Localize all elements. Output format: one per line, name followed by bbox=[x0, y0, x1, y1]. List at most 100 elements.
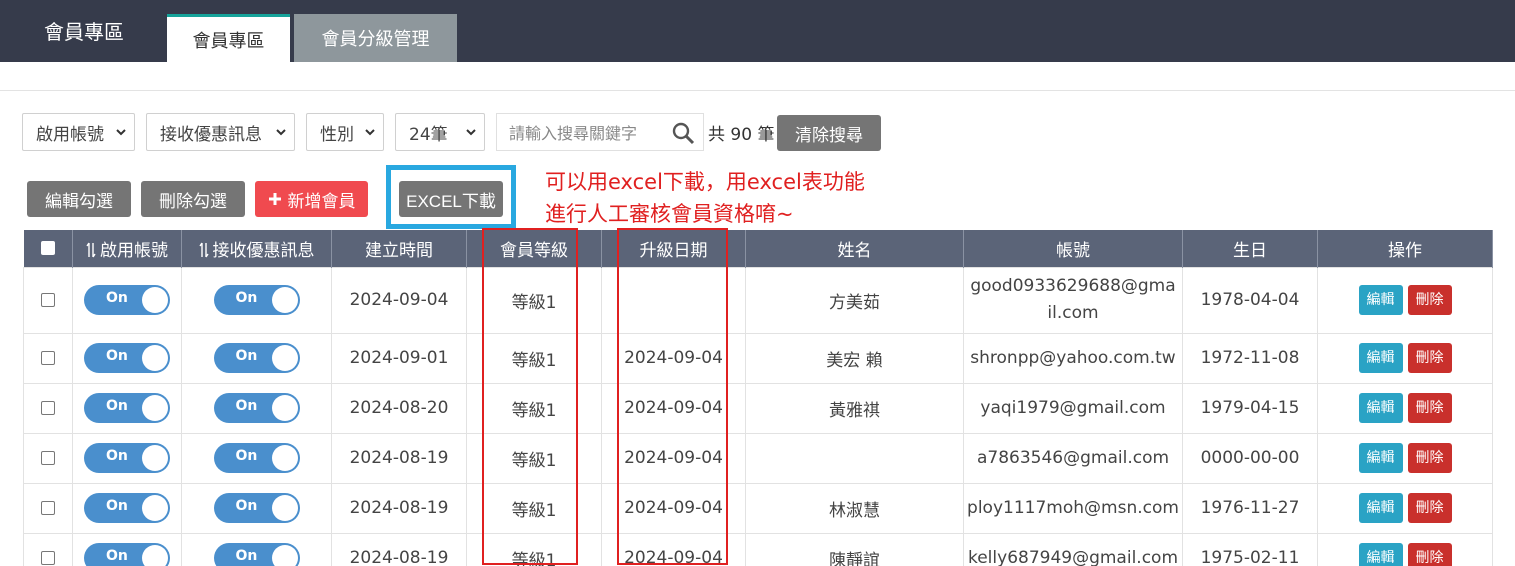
tab-member-levels[interactable]: 會員分級管理 bbox=[294, 14, 457, 62]
row-checkbox[interactable] bbox=[41, 293, 55, 307]
account-cell: good0933629688@gmail.com bbox=[963, 266, 1183, 334]
gender-select[interactable]: 性別 bbox=[306, 113, 384, 151]
toggle-label: On bbox=[235, 348, 258, 364]
edit-button[interactable]: 編輯 bbox=[1358, 543, 1403, 566]
birthday-cell: 1979-04-15 bbox=[1182, 382, 1318, 434]
edit-button[interactable]: 編輯 bbox=[1358, 393, 1403, 423]
sort-icon[interactable] bbox=[86, 242, 96, 258]
toggle-knob bbox=[271, 345, 298, 371]
birthday-cell: 0000-00-00 bbox=[1182, 432, 1318, 484]
add-member-button[interactable]: 新增會員 bbox=[255, 181, 368, 217]
name-cell bbox=[745, 432, 964, 484]
row-checkbox[interactable] bbox=[41, 351, 55, 365]
toggle-label: On bbox=[106, 448, 128, 464]
toggle-label: On bbox=[235, 448, 258, 464]
brand-title: 會員專區 bbox=[44, 20, 124, 44]
created-cell: 2024-08-20 bbox=[331, 382, 467, 434]
delete-button[interactable]: 刪除 bbox=[1407, 285, 1452, 315]
toggle-label: On bbox=[235, 290, 258, 306]
account-cell: ploy1117moh@msn.com bbox=[963, 482, 1183, 534]
search-input[interactable]: 請輸入搜尋關鍵字 bbox=[496, 113, 704, 151]
delete-button[interactable]: 刪除 bbox=[1407, 493, 1452, 523]
chevron-down-icon bbox=[466, 129, 476, 136]
active-toggle[interactable]: On bbox=[84, 493, 170, 523]
edit-button[interactable]: 編輯 bbox=[1358, 493, 1403, 523]
actions-cell: 編輯 刪除 bbox=[1317, 482, 1493, 534]
name-cell: 美宏 賴 bbox=[745, 332, 964, 384]
table-row: On On 2024-08-19 等級1 2024-09-04 a7863546… bbox=[23, 432, 1493, 484]
birthday-cell: 1972-11-08 bbox=[1182, 332, 1318, 384]
toggle-label: On bbox=[106, 398, 128, 414]
active-toggle[interactable]: On bbox=[84, 543, 170, 566]
edit-button[interactable]: 編輯 bbox=[1358, 285, 1403, 315]
active-account-select[interactable]: 啟用帳號 bbox=[22, 113, 135, 151]
sort-icon[interactable] bbox=[198, 242, 209, 258]
header-created: 建立時間 bbox=[331, 230, 467, 267]
header-promo[interactable]: 接收優惠訊息 bbox=[181, 230, 332, 267]
header-active-label: 啟用帳號 bbox=[100, 240, 168, 261]
promo-toggle[interactable]: On bbox=[213, 393, 300, 423]
promo-select[interactable]: 接收優惠訊息 bbox=[146, 113, 295, 151]
per-page-select-value: 24筆 bbox=[409, 124, 448, 145]
toggle-knob bbox=[142, 445, 168, 471]
chevron-down-icon bbox=[276, 129, 286, 136]
header-birthday: 生日 bbox=[1182, 230, 1318, 267]
toggle-knob bbox=[271, 545, 298, 566]
top-nav-bar: 會員專區 會員專區 會員分級管理 bbox=[0, 0, 1515, 62]
annotation-line-2: 進行人工審核會員資格唷~ bbox=[545, 202, 794, 226]
edit-checked-button[interactable]: 編輯勾選 bbox=[27, 181, 131, 217]
created-cell: 2024-09-01 bbox=[331, 332, 467, 384]
toggle-knob bbox=[271, 445, 298, 471]
toggle-label: On bbox=[106, 290, 128, 306]
chevron-down-icon bbox=[116, 129, 126, 136]
active-toggle[interactable]: On bbox=[84, 443, 170, 473]
account-cell: shronpp@yahoo.com.tw bbox=[963, 332, 1183, 384]
edit-button[interactable]: 編輯 bbox=[1358, 443, 1403, 473]
search-icon[interactable] bbox=[671, 121, 695, 145]
promo-toggle[interactable]: On bbox=[213, 543, 300, 566]
account-cell: kelly687949@gmail.com bbox=[963, 532, 1183, 566]
delete-button[interactable]: 刪除 bbox=[1407, 343, 1452, 373]
promo-toggle[interactable]: On bbox=[213, 443, 300, 473]
content-divider bbox=[0, 90, 1515, 91]
promo-toggle[interactable]: On bbox=[213, 493, 300, 523]
toggle-label: On bbox=[106, 348, 128, 364]
account-cell: a7863546@gmail.com bbox=[963, 432, 1183, 484]
promo-toggle[interactable]: On bbox=[213, 285, 300, 315]
delete-button[interactable]: 刪除 bbox=[1407, 543, 1452, 566]
tab-members[interactable]: 會員專區 bbox=[167, 14, 290, 62]
row-checkbox[interactable] bbox=[41, 501, 55, 515]
total-count: 共 90 筆 bbox=[708, 125, 775, 145]
toggle-label: On bbox=[235, 498, 258, 514]
excel-highlight-box bbox=[386, 165, 516, 229]
active-toggle[interactable]: On bbox=[84, 285, 170, 315]
select-all-checkbox[interactable] bbox=[40, 241, 55, 256]
toggle-knob bbox=[271, 287, 298, 313]
edit-button[interactable]: 編輯 bbox=[1358, 343, 1403, 373]
per-page-select[interactable]: 24筆 bbox=[395, 113, 485, 151]
active-toggle[interactable]: On bbox=[84, 393, 170, 423]
toggle-knob bbox=[142, 545, 168, 566]
clear-search-button[interactable]: 清除搜尋 bbox=[777, 115, 881, 151]
promo-toggle[interactable]: On bbox=[213, 343, 300, 373]
row-checkbox[interactable] bbox=[41, 451, 55, 465]
row-checkbox[interactable] bbox=[41, 401, 55, 415]
actions-cell: 編輯 刪除 bbox=[1317, 532, 1493, 566]
actions-cell: 編輯 刪除 bbox=[1317, 432, 1493, 484]
table-row: On On 2024-09-04 等級1 方美茹 good0933629688@… bbox=[23, 266, 1493, 334]
header-account: 帳號 bbox=[963, 230, 1183, 267]
members-table: 啟用帳號 接收優惠訊息 建立時間 會員等級 升級日期 姓名 帳號 生日 操作 O… bbox=[23, 230, 1493, 566]
delete-checked-button[interactable]: 刪除勾選 bbox=[141, 181, 245, 217]
created-cell: 2024-08-19 bbox=[331, 432, 467, 484]
delete-button[interactable]: 刪除 bbox=[1407, 393, 1452, 423]
header-active[interactable]: 啟用帳號 bbox=[72, 230, 182, 267]
search-placeholder: 請輸入搜尋關鍵字 bbox=[509, 124, 638, 143]
row-checkbox[interactable] bbox=[41, 551, 55, 565]
select-all-header[interactable] bbox=[23, 230, 73, 267]
active-toggle[interactable]: On bbox=[84, 343, 170, 373]
delete-button[interactable]: 刪除 bbox=[1407, 443, 1452, 473]
table-row: On On 2024-08-19 等級1 2024-09-04 陳靜誼 kell… bbox=[23, 532, 1493, 566]
account-cell: yaqi1979@gmail.com bbox=[963, 382, 1183, 434]
name-cell: 方美茹 bbox=[745, 266, 964, 334]
upgrade-date-column-highlight bbox=[617, 228, 728, 565]
